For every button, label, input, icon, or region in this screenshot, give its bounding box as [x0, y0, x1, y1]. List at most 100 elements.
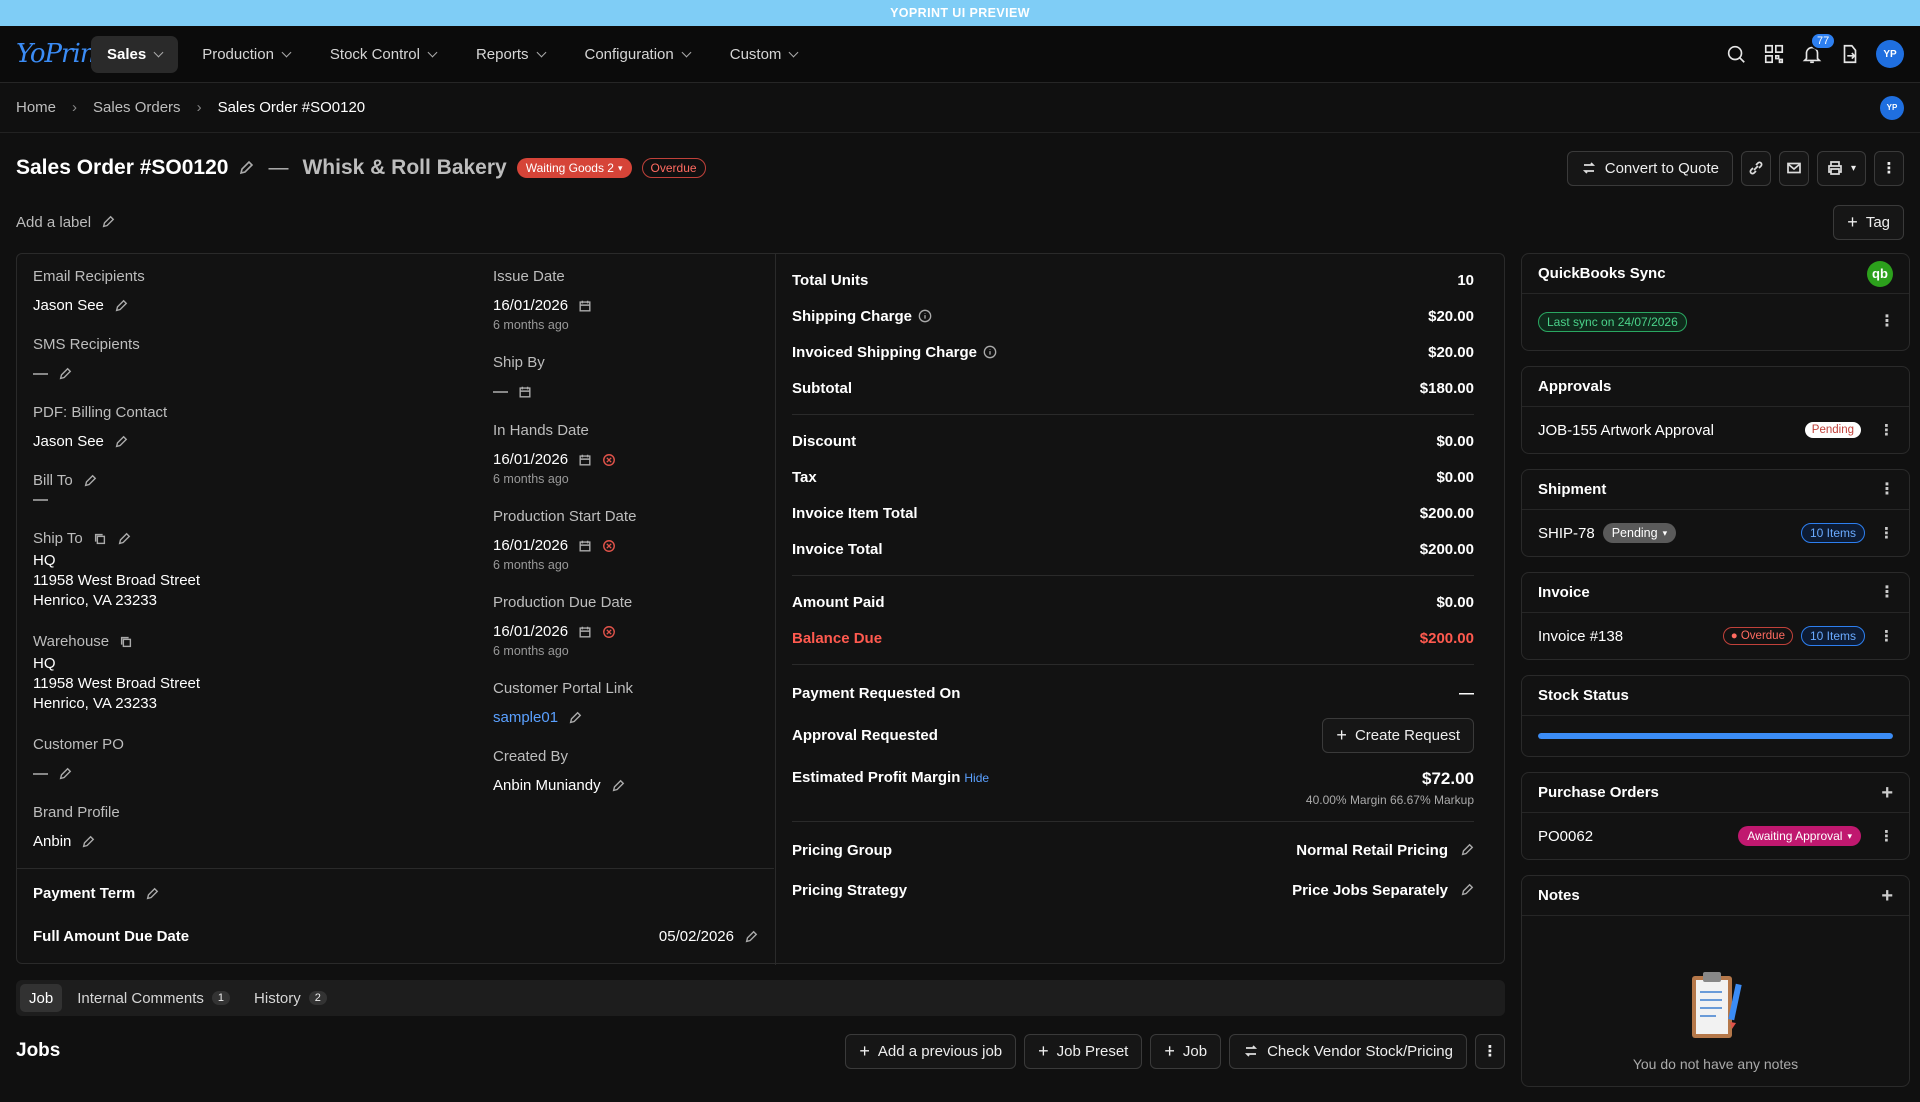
- jobs-header: Jobs + Add a previous job + Job Preset + Jo…: [16, 1032, 1505, 1070]
- kebab-icon[interactable]: ⋮: [1879, 827, 1894, 845]
- chevron-down-icon: [788, 47, 799, 57]
- jobs-more-button[interactable]: ⋮: [1475, 1033, 1505, 1069]
- pencil-icon[interactable]: [744, 930, 758, 944]
- pencil-icon[interactable]: [611, 779, 625, 793]
- card-title: Stock Status: [1538, 687, 1629, 704]
- pencil-icon[interactable]: [83, 474, 97, 488]
- create-request-button[interactable]: + Create Request: [1322, 717, 1474, 753]
- nav-production[interactable]: Production: [186, 36, 306, 73]
- po-item[interactable]: PO0062: [1538, 828, 1593, 845]
- breadcrumb-home[interactable]: Home: [16, 99, 56, 116]
- pencil-icon[interactable]: [145, 887, 159, 901]
- pencil-icon[interactable]: [117, 532, 131, 546]
- calendar-icon[interactable]: [578, 539, 592, 553]
- customer-name[interactable]: Whisk & Roll Bakery: [302, 156, 506, 180]
- convert-to-quote-button[interactable]: Convert to Quote: [1566, 150, 1733, 186]
- pencil-icon[interactable]: [568, 711, 582, 725]
- row-label: Estimated Profit Margin: [792, 769, 961, 786]
- print-button[interactable]: ▾: [1816, 150, 1866, 186]
- kebab-icon[interactable]: ⋮: [1879, 524, 1894, 542]
- field-label: Issue Date: [493, 268, 565, 285]
- add-tag-button[interactable]: + Tag: [1833, 204, 1904, 240]
- add-label-text[interactable]: Add a label: [16, 214, 91, 231]
- check-vendor-stock-button[interactable]: Check Vendor Stock/Pricing: [1229, 1033, 1467, 1069]
- pencil-icon[interactable]: [101, 215, 115, 229]
- title-dash: —: [268, 156, 289, 179]
- status-badge[interactable]: Awaiting Approval ▾: [1738, 826, 1861, 846]
- info-icon[interactable]: [983, 345, 997, 359]
- copy-icon[interactable]: [119, 635, 133, 649]
- tab-internal-comments[interactable]: Internal Comments 1: [68, 984, 239, 1012]
- info-icon[interactable]: [918, 309, 932, 323]
- production-due-value: 16/01/2026: [493, 623, 569, 640]
- nav-reports[interactable]: Reports: [460, 36, 561, 73]
- row-label: Pricing Strategy: [792, 881, 908, 899]
- pencil-icon[interactable]: [238, 160, 254, 176]
- row-label: Invoiced Shipping Charge: [792, 343, 978, 361]
- copy-icon[interactable]: [93, 532, 107, 546]
- pencil-icon[interactable]: [81, 835, 95, 849]
- job-preset-button[interactable]: + Job Preset: [1024, 1033, 1143, 1069]
- profit-row: Estimated Profit Margin Hide $72.00 40.0…: [776, 757, 1490, 807]
- link-button[interactable]: [1740, 150, 1771, 186]
- row-label: Tax: [792, 468, 817, 486]
- add-previous-job-button[interactable]: + Add a previous job: [845, 1033, 1017, 1069]
- avatar[interactable]: YP: [1880, 95, 1904, 120]
- status-badge[interactable]: Pending ▾: [1602, 523, 1677, 543]
- email-button[interactable]: [1778, 150, 1809, 186]
- tab-history[interactable]: History 2: [245, 984, 336, 1012]
- invoice-item[interactable]: Invoice #138: [1538, 628, 1623, 645]
- kebab-icon[interactable]: ⋮: [1879, 584, 1895, 601]
- side-panel: QuickBooks Sync qb Last sync on 24/07/202…: [1521, 253, 1910, 1102]
- more-button[interactable]: ⋮: [1874, 150, 1904, 186]
- tab-label: Job: [29, 989, 54, 1007]
- clear-icon[interactable]: [602, 453, 616, 467]
- pencil-icon[interactable]: [114, 299, 128, 313]
- chevron-down-icon: ▾: [1850, 162, 1856, 174]
- nav-custom[interactable]: Custom: [714, 36, 814, 73]
- approval-item[interactable]: JOB-155 Artwork Approval: [1538, 422, 1714, 439]
- hide-profit-link[interactable]: Hide: [964, 771, 989, 785]
- qr-code-icon[interactable]: [1762, 42, 1786, 66]
- nav-sales[interactable]: Sales: [91, 35, 179, 73]
- plus-icon[interactable]: +: [1881, 783, 1893, 803]
- export-icon[interactable]: [1838, 42, 1862, 66]
- tab-job[interactable]: Job: [20, 984, 63, 1012]
- pencil-icon[interactable]: [114, 435, 128, 449]
- add-job-button[interactable]: + Job: [1150, 1033, 1222, 1069]
- clear-icon[interactable]: [602, 625, 616, 639]
- search-icon[interactable]: [1724, 42, 1748, 66]
- pencil-icon[interactable]: [58, 767, 72, 781]
- jobs-title: Jobs: [16, 1040, 61, 1061]
- divider: [792, 821, 1474, 822]
- payment-term-label: Payment Term: [33, 885, 136, 902]
- pencil-icon[interactable]: [1460, 843, 1474, 857]
- nav-stock-control[interactable]: Stock Control: [314, 36, 452, 73]
- field-label: Bill To: [33, 472, 73, 489]
- pencil-icon[interactable]: [1460, 883, 1474, 897]
- row-value: $200.00: [1419, 504, 1474, 522]
- button-label: Job Preset: [1056, 1042, 1129, 1060]
- field-label: Warehouse: [33, 633, 110, 650]
- clear-icon[interactable]: [602, 539, 616, 553]
- kebab-icon[interactable]: ⋮: [1879, 314, 1895, 330]
- nav-configuration[interactable]: Configuration: [569, 36, 706, 73]
- plus-icon[interactable]: +: [1881, 886, 1893, 906]
- yoprint-logo[interactable]: YoPrint: [16, 39, 106, 69]
- avatar[interactable]: YP: [1876, 40, 1904, 68]
- bell-icon[interactable]: 77: [1800, 32, 1837, 66]
- kebab-icon[interactable]: ⋮: [1879, 421, 1894, 439]
- pencil-icon[interactable]: [58, 367, 72, 381]
- breadcrumb-sales-orders[interactable]: Sales Orders: [93, 99, 181, 116]
- calendar-icon[interactable]: [578, 625, 592, 639]
- calendar-icon[interactable]: [578, 299, 592, 313]
- kebab-icon[interactable]: ⋮: [1879, 481, 1895, 498]
- status-badge[interactable]: Waiting Goods 2 ▾: [516, 158, 632, 178]
- calendar-icon[interactable]: [578, 453, 592, 467]
- portal-link[interactable]: sample01: [493, 709, 558, 726]
- link-icon: [1749, 161, 1763, 175]
- calendar-icon[interactable]: [518, 385, 532, 399]
- warehouse-field: Warehouse HQ 11958 West Broad Street Hen…: [33, 633, 473, 714]
- kebab-icon[interactable]: ⋮: [1879, 627, 1894, 645]
- shipment-item[interactable]: SHIP-78: [1538, 525, 1595, 542]
